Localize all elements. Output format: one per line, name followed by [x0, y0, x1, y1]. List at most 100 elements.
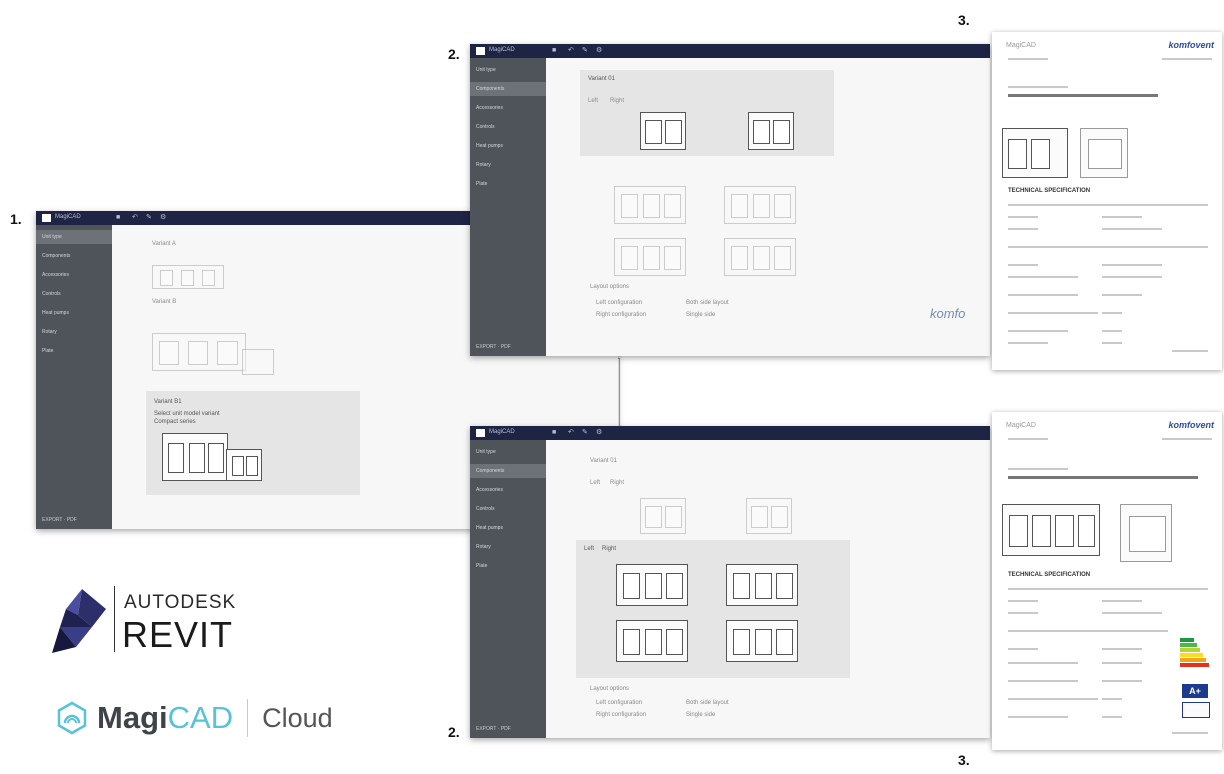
unit-diagram[interactable] — [746, 498, 792, 534]
step-label-3-bottom: 3. — [958, 752, 970, 768]
sidebar-item-heat-pumps[interactable]: Heat pumps — [36, 306, 112, 320]
folder-icon[interactable]: ■ — [552, 429, 556, 437]
sidebar-item-rotary[interactable]: Rotary — [36, 325, 112, 339]
unit-diagram-selected[interactable] — [162, 433, 228, 481]
option-item[interactable]: Both side layout — [686, 300, 729, 306]
panel-sub: Compact series — [154, 419, 196, 425]
export-footer[interactable]: EXPORT · PDF — [476, 726, 511, 732]
sidebar-item-rotary[interactable]: Rotary — [470, 540, 546, 554]
edit-icon[interactable]: ✎ — [582, 429, 588, 437]
tab-left[interactable]: Left — [590, 480, 600, 486]
tab-left[interactable]: Left — [584, 546, 594, 552]
step-label-3-top: 3. — [958, 12, 970, 28]
undo-icon[interactable]: ↶ — [132, 214, 138, 222]
option-item[interactable]: Single side — [686, 712, 715, 718]
option-item[interactable]: Right configuration — [596, 312, 646, 318]
app-topbar: MagiCAD ■ ↶ ✎ ⚙ — [470, 44, 990, 58]
unit-diagram-selected-extension[interactable] — [226, 449, 262, 481]
tab-right[interactable]: Right — [610, 98, 624, 104]
logo-divider — [114, 586, 115, 652]
sidebar-item-controls[interactable]: Controls — [470, 502, 546, 516]
option-item[interactable]: Left configuration — [596, 300, 642, 306]
sidebar-item-plate[interactable]: Plate — [36, 344, 112, 358]
unit-diagram[interactable] — [614, 186, 686, 224]
unit-diagram[interactable] — [152, 265, 224, 289]
section-title: TECHNICAL SPECIFICATION — [1008, 572, 1091, 578]
brand-logo: komfovent — [1168, 420, 1214, 430]
unit-diagram[interactable] — [640, 112, 686, 150]
section-title: TECHNICAL SPECIFICATION — [1008, 188, 1091, 194]
energy-icons — [1182, 702, 1210, 718]
sidebar-item-components[interactable]: Components — [470, 82, 546, 96]
unit-diagram-extension[interactable] — [242, 349, 274, 375]
sidebar-item-controls[interactable]: Controls — [36, 287, 112, 301]
unit-diagram[interactable] — [724, 238, 796, 276]
selected-layout-panel[interactable]: Left Right — [576, 540, 850, 678]
section-label: Layout options — [590, 686, 630, 692]
datasheet-document-top: MagiCAD komfovent TECHNICAL SPECIFICATIO… — [992, 32, 1222, 370]
unit-drawing — [1002, 128, 1068, 178]
app-logo — [476, 47, 485, 55]
undo-icon[interactable]: ↶ — [568, 429, 574, 437]
sidebar-item-rotary[interactable]: Rotary — [470, 158, 546, 172]
unit-drawing-side — [1080, 128, 1128, 178]
app-title: MagiCAD — [55, 214, 81, 220]
variant-panel[interactable]: Variant 01 Left Right — [580, 70, 834, 156]
sidebar: Unit type Components Accessories Control… — [36, 225, 112, 529]
edit-icon[interactable]: ✎ — [146, 214, 152, 222]
undo-icon[interactable]: ↶ — [568, 47, 574, 55]
settings-icon[interactable]: ⚙ — [596, 429, 602, 437]
sidebar-item-components[interactable]: Components — [36, 249, 112, 263]
sidebar-item-components[interactable]: Components — [470, 464, 546, 478]
sidebar-item-unit-type[interactable]: Unit type — [470, 63, 546, 77]
folder-icon[interactable]: ■ — [116, 214, 120, 222]
unit-diagram[interactable] — [726, 620, 798, 662]
option-item[interactable]: Single side — [686, 312, 715, 318]
settings-icon[interactable]: ⚙ — [160, 214, 166, 222]
option-item[interactable]: Right configuration — [596, 712, 646, 718]
variant-header: Variant 01 — [588, 76, 615, 82]
unit-diagram[interactable] — [152, 333, 246, 371]
magicad-icon — [57, 701, 87, 735]
sidebar-item-accessories[interactable]: Accessories — [470, 101, 546, 115]
tab-right[interactable]: Right — [602, 546, 616, 552]
step-label-2-bottom: 2. — [448, 724, 460, 740]
export-footer[interactable]: EXPORT · PDF — [42, 517, 77, 523]
tab-left[interactable]: Left — [588, 98, 598, 104]
document-logo: MagiCAD — [1006, 42, 1036, 49]
sidebar-item-heat-pumps[interactable]: Heat pumps — [470, 521, 546, 535]
unit-diagram[interactable] — [616, 620, 688, 662]
unit-drawing — [1002, 504, 1100, 556]
unit-diagram[interactable] — [724, 186, 796, 224]
edit-icon[interactable]: ✎ — [582, 47, 588, 55]
sidebar-item-accessories[interactable]: Accessories — [36, 268, 112, 282]
app-title: MagiCAD — [489, 429, 515, 435]
unit-diagram[interactable] — [614, 238, 686, 276]
energy-class-badge: A+ — [1182, 684, 1208, 698]
panel-note: Select unit model variant — [154, 411, 220, 417]
settings-icon[interactable]: ⚙ — [596, 47, 602, 55]
magicad-cloud-logo: Magi CAD Cloud — [55, 698, 333, 738]
unit-diagram[interactable] — [748, 112, 794, 150]
sidebar-item-unit-type[interactable]: Unit type — [36, 230, 112, 244]
sidebar-item-plate[interactable]: Plate — [470, 177, 546, 191]
tab-right[interactable]: Right — [610, 480, 624, 486]
sidebar-item-controls[interactable]: Controls — [470, 120, 546, 134]
option-item[interactable]: Left configuration — [596, 700, 642, 706]
document-logo: MagiCAD — [1006, 422, 1036, 429]
export-footer[interactable]: EXPORT · PDF — [476, 344, 511, 350]
magicad-wordmark-bold: Magi — [97, 700, 168, 735]
sidebar-item-unit-type[interactable]: Unit type — [470, 445, 546, 459]
unit-diagram[interactable] — [616, 564, 688, 606]
energy-label-chart — [1180, 638, 1210, 668]
option-item[interactable]: Both side layout — [686, 700, 729, 706]
sidebar-item-accessories[interactable]: Accessories — [470, 483, 546, 497]
sidebar-item-plate[interactable]: Plate — [470, 559, 546, 573]
unit-diagram[interactable] — [726, 564, 798, 606]
selected-variant-panel[interactable]: Variant B1 Select unit model variant Com… — [146, 391, 360, 495]
step-label-1: 1. — [10, 211, 22, 227]
main-content: Variant 01 Left Right Layout options Lef… — [546, 58, 990, 356]
sidebar-item-heat-pumps[interactable]: Heat pumps — [470, 139, 546, 153]
folder-icon[interactable]: ■ — [552, 47, 556, 55]
unit-diagram[interactable] — [640, 498, 686, 534]
